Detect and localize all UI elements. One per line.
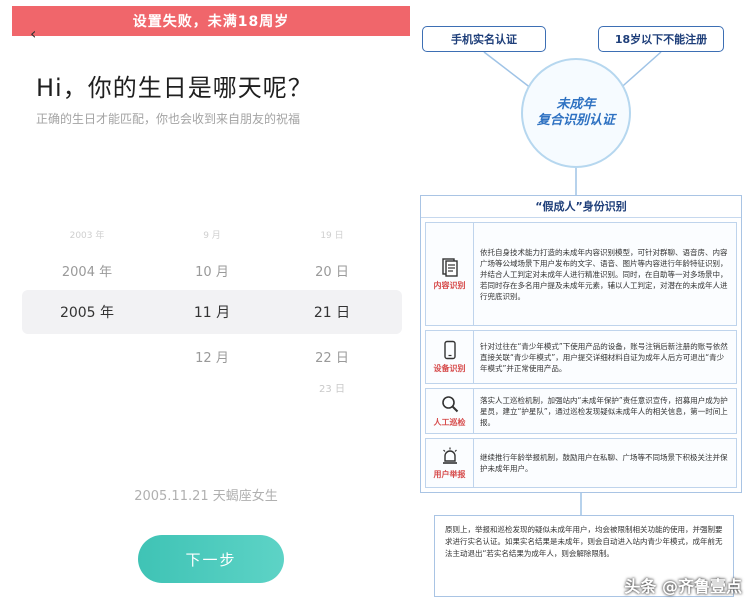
phone-icon <box>443 340 456 360</box>
hub-line2: 复合识别认证 <box>536 113 615 128</box>
picker-option[interactable]: 23 日 <box>284 380 380 395</box>
screenshot-root: 设置失败，未满18周岁 ‹ Hi，你的生日是哪天呢？ 正确的生日才能匹配，你也会… <box>0 0 750 607</box>
document-icon <box>441 258 458 277</box>
connector-bottom <box>580 493 582 515</box>
picker-option[interactable]: 9 月 <box>164 228 260 241</box>
date-picker[interactable]: 2003 年 2004 年 2005 年 9 月 10 月 11 月 12 月 … <box>22 224 402 395</box>
tag-real-name-auth: 手机实名认证 <box>422 26 546 52</box>
row-label: 内容识别 <box>433 281 466 290</box>
birthday-summary: 2005.11.21 天蝎座女生 <box>134 489 278 504</box>
month-column[interactable]: 9 月 10 月 11 月 12 月 <box>164 224 260 394</box>
page-subtitle: 正确的生日才能匹配，你也会收到来自朋友的祝福 <box>36 112 301 126</box>
picker-option[interactable]: 19 日 <box>284 228 380 241</box>
picker-option[interactable]: 20 日 <box>284 261 380 280</box>
row-text: 继续推行年龄举报机制，鼓励用户在私聊、广场等不同场景下积极关注并保护未成年用户。 <box>480 453 728 473</box>
row-icon-cell: 人工巡检 <box>426 389 474 433</box>
page-title: Hi，你的生日是哪天呢？ <box>36 74 313 102</box>
picker-option[interactable]: 22 日 <box>284 347 380 366</box>
birthday-screen: 设置失败，未满18周岁 ‹ Hi，你的生日是哪天呢？ 正确的生日才能匹配，你也会… <box>0 0 412 607</box>
row-icon-cell: 内容识别 <box>426 223 474 325</box>
identification-diagram: 手机实名认证 18岁以下不能注册 未成年 复合识别认证 “假成人”身份识别 内容… <box>412 0 750 607</box>
row-content-identification: 内容识别 依托自身技术能力打造的未成年内容识别模型，可针对群聊、语音房、内容广场… <box>425 222 737 326</box>
row-user-report: 用户举报 继续推行年龄举报机制，鼓励用户在私聊、广场等不同场景下积极关注并保护未… <box>425 438 737 488</box>
picker-option-selected[interactable]: 11 月 <box>164 302 260 322</box>
picker-option[interactable]: 2004 年 <box>42 261 132 280</box>
row-label: 设备识别 <box>433 364 466 373</box>
picker-option[interactable]: 10 月 <box>164 261 260 280</box>
row-icon-cell: 用户举报 <box>426 439 474 487</box>
row-text: 落实人工巡检机制，加强站内“未成年保护”责任意识宣传，招募用户成为护星员，建立“… <box>480 395 728 427</box>
picker-option-selected[interactable]: 2005 年 <box>42 302 132 322</box>
error-toast: 设置失败，未满18周岁 <box>12 6 410 36</box>
row-label: 用户举报 <box>433 470 466 479</box>
row-device-identification: 设备识别 针对过往在“青少年模式”下使用产品的设备，账号注销后新注册的账号依然直… <box>425 330 737 384</box>
picker-option[interactable]: 2003 年 <box>42 228 132 241</box>
row-text: 依托自身技术能力打造的未成年内容识别模型，可针对群聊、语音房、内容广场等公域场景… <box>480 247 728 301</box>
next-button[interactable]: 下一步 <box>138 535 284 583</box>
hub-circle: 未成年 复合识别认证 <box>521 58 631 168</box>
alarm-icon <box>442 447 457 464</box>
year-column[interactable]: 2003 年 2004 年 2005 年 <box>42 224 132 394</box>
search-icon <box>441 396 458 413</box>
back-icon[interactable]: ‹ <box>30 26 46 42</box>
identity-box-title: “假成人”身份识别 <box>421 196 741 218</box>
picker-option[interactable]: 12 月 <box>164 347 260 366</box>
picker-option-selected[interactable]: 21 日 <box>284 302 380 322</box>
identity-box: “假成人”身份识别 内容识别 依托自身技术能力打造的未成年内容识别模型，可针对群… <box>420 195 742 493</box>
day-column[interactable]: 19 日 20 日 21 日 22 日 23 日 <box>284 224 380 395</box>
row-manual-inspection: 人工巡检 落实人工巡检机制，加强站内“未成年保护”责任意识宣传，招募用户成为护星… <box>425 388 737 434</box>
hub-line1: 未成年 <box>556 97 596 112</box>
tag-age-restriction: 18岁以下不能注册 <box>598 26 724 52</box>
watermark: 头条 @齐鲁壹点 <box>624 577 742 596</box>
row-icon-cell: 设备识别 <box>426 331 474 383</box>
row-label: 人工巡检 <box>433 418 466 427</box>
row-text: 针对过往在“青少年模式”下使用产品的设备，账号注销后新注册的账号依然直接关联“青… <box>480 341 728 373</box>
